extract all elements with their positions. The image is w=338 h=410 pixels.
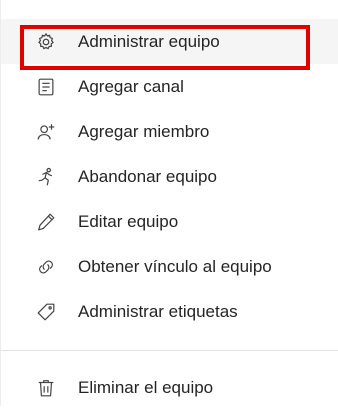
menu-item-edit-team[interactable]: Editar equipo xyxy=(1,199,338,244)
pencil-icon xyxy=(35,211,57,233)
menu-top-spacer xyxy=(1,0,338,19)
menu-item-label: Obtener vínculo al equipo xyxy=(78,256,272,276)
menu-item-label: Administrar equipo xyxy=(78,31,220,51)
menu-item-leave-team[interactable]: Abandonar equipo xyxy=(1,154,338,199)
trash-icon xyxy=(35,377,57,399)
menu-item-label: Abandonar equipo xyxy=(78,166,217,186)
menu-item-label: Agregar miembro xyxy=(78,121,210,141)
gear-icon xyxy=(35,31,57,53)
menu-item-manage-team[interactable]: Administrar equipo xyxy=(1,19,338,64)
menu-item-label: Editar equipo xyxy=(78,211,179,231)
menu-item-get-link[interactable]: Obtener vínculo al equipo xyxy=(1,244,338,289)
menu-divider xyxy=(1,350,338,351)
menu-item-add-member[interactable]: Agregar miembro xyxy=(1,109,338,154)
team-context-menu: Administrar equipo Agregar canal Agregar… xyxy=(0,0,338,406)
add-person-icon xyxy=(35,121,57,143)
menu-item-label: Eliminar el equipo xyxy=(78,377,214,397)
leave-icon xyxy=(35,166,57,188)
menu-item-add-channel[interactable]: Agregar canal xyxy=(1,64,338,109)
channel-icon xyxy=(35,76,57,98)
menu-item-delete-team[interactable]: Eliminar el equipo xyxy=(1,365,338,410)
tag-icon xyxy=(35,301,57,323)
menu-item-manage-tags[interactable]: Administrar etiquetas xyxy=(1,289,338,334)
menu-item-label: Agregar canal xyxy=(78,76,184,96)
menu-item-label: Administrar etiquetas xyxy=(78,301,238,321)
link-icon xyxy=(35,256,57,278)
